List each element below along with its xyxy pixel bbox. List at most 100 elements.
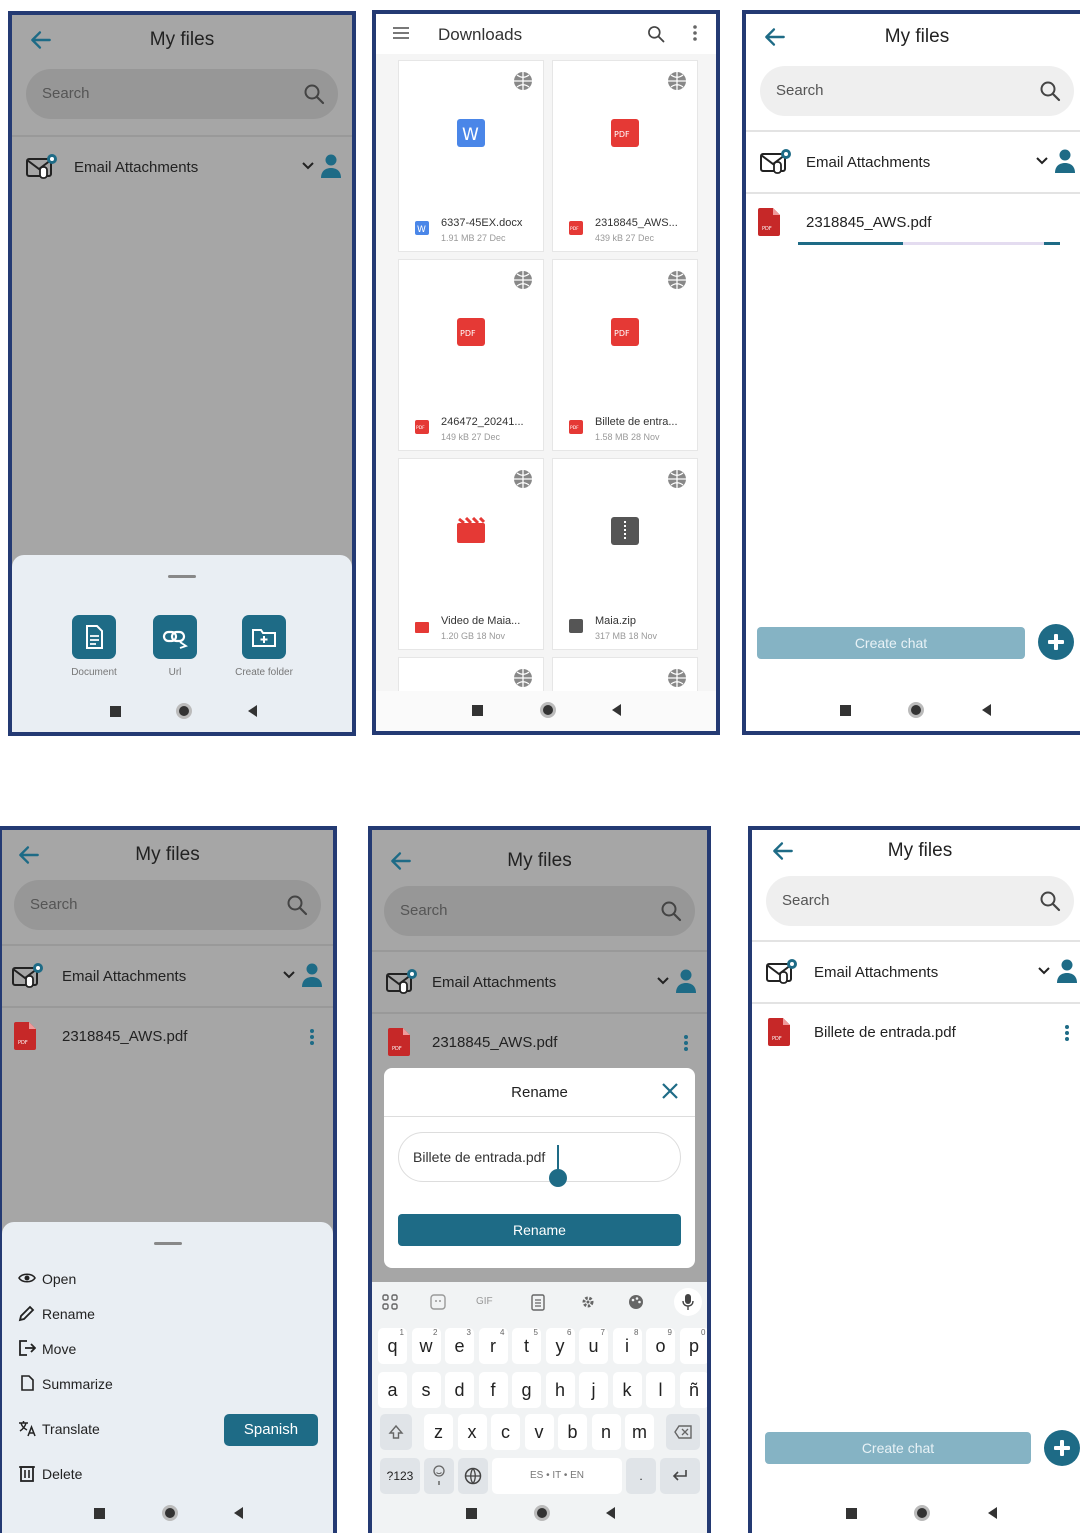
space-key[interactable]: ES • IT • EN <box>492 1458 622 1494</box>
file-card[interactable]: PDF PDF 2318845_AWS... 439 kB 27 Dec <box>552 60 698 252</box>
back-button[interactable] <box>988 1507 997 1519</box>
key-z[interactable]: z <box>424 1414 453 1450</box>
search-input[interactable]: Search <box>26 69 338 119</box>
rename-confirm-button[interactable]: Rename <box>398 1214 681 1246</box>
folder-email-attachments[interactable]: Email Attachments <box>372 954 707 1010</box>
person-icon[interactable] <box>675 968 697 994</box>
overflow-menu-icon[interactable] <box>692 24 698 42</box>
file-card[interactable]: Maia.zip 317 MB 18 Nov <box>552 458 698 650</box>
search-icon[interactable] <box>285 893 309 917</box>
add-fab[interactable] <box>1044 1430 1080 1466</box>
backspace-key[interactable] <box>666 1414 700 1450</box>
key-i[interactable]: i8 <box>612 1328 642 1364</box>
home-button[interactable] <box>162 1505 178 1521</box>
key-l[interactable]: l <box>646 1372 675 1408</box>
search-input[interactable]: Search <box>14 880 321 930</box>
key-v[interactable]: v <box>524 1414 554 1450</box>
key-u[interactable]: u7 <box>579 1328 608 1364</box>
key-x[interactable]: x <box>457 1414 487 1450</box>
person-icon[interactable] <box>301 962 323 988</box>
shift-key[interactable] <box>380 1414 412 1450</box>
recents-button[interactable] <box>846 1508 857 1519</box>
folder-email-attachments[interactable]: Email Attachments <box>752 944 1080 1000</box>
key-y[interactable]: y6 <box>545 1328 575 1364</box>
action-move[interactable]: Move <box>18 1338 218 1360</box>
rename-input[interactable]: Billete de entrada.pdf <box>398 1132 681 1187</box>
search-input[interactable]: Search <box>766 876 1074 926</box>
search-input[interactable]: Search <box>384 886 695 936</box>
more-options-icon[interactable] <box>683 1034 689 1052</box>
gif-button[interactable]: GIF <box>476 1296 493 1307</box>
action-rename[interactable]: Rename <box>18 1303 218 1325</box>
more-options-icon[interactable] <box>1064 1024 1070 1042</box>
folder-email-attachments[interactable]: Email Attachments <box>2 948 333 1004</box>
chevron-down-icon[interactable] <box>657 976 669 986</box>
file-row[interactable]: 2318845_AWS.pdf <box>372 1018 707 1068</box>
key-r[interactable]: r4 <box>478 1328 508 1364</box>
sheet-handle[interactable] <box>168 575 196 578</box>
search-icon[interactable] <box>646 24 666 44</box>
key-ñ[interactable]: ñ <box>679 1372 707 1408</box>
key-p[interactable]: p0 <box>679 1328 707 1364</box>
url-button[interactable] <box>153 615 197 659</box>
voice-input-button[interactable] <box>674 1288 702 1316</box>
person-icon[interactable] <box>1056 958 1078 984</box>
file-row[interactable]: Billete de entrada.pdf <box>752 1008 1080 1058</box>
recents-button[interactable] <box>466 1508 477 1519</box>
palette-icon[interactable] <box>626 1292 646 1312</box>
key-c[interactable]: c <box>491 1414 520 1450</box>
file-row[interactable]: 2318845_AWS.pdf <box>2 1012 333 1062</box>
folder-email-attachments[interactable]: Email Attachments <box>746 134 1080 190</box>
key-g[interactable]: g <box>512 1372 541 1408</box>
more-options-icon[interactable] <box>309 1028 315 1046</box>
symbols-key[interactable]: ?123 <box>380 1458 420 1494</box>
search-icon[interactable] <box>302 82 326 106</box>
folder-email-attachments[interactable]: Email Attachments <box>12 139 352 195</box>
settings-gear-icon[interactable] <box>578 1292 598 1312</box>
emoji-key[interactable] <box>424 1458 454 1494</box>
search-icon[interactable] <box>1038 79 1062 103</box>
sticker-icon[interactable] <box>428 1292 448 1312</box>
cursor-handle[interactable] <box>549 1169 567 1187</box>
key-d[interactable]: d <box>445 1372 474 1408</box>
key-e[interactable]: e3 <box>445 1328 474 1364</box>
clipboard-icon[interactable] <box>528 1292 548 1312</box>
add-fab[interactable] <box>1038 624 1074 660</box>
file-card[interactable]: Video de Maia... 1.20 GB 18 Nov <box>398 458 544 650</box>
back-button[interactable] <box>612 704 621 716</box>
back-button[interactable] <box>606 1507 615 1519</box>
chevron-down-icon[interactable] <box>1038 966 1050 976</box>
key-k[interactable]: k <box>612 1372 642 1408</box>
uploading-file-row[interactable]: 2318845_AWS.pdf <box>746 198 1080 248</box>
key-o[interactable]: o9 <box>646 1328 675 1364</box>
recents-button[interactable] <box>94 1508 105 1519</box>
period-key[interactable]: . <box>626 1458 656 1494</box>
home-button[interactable] <box>534 1505 550 1521</box>
create-chat-button[interactable]: Create chat <box>765 1432 1031 1464</box>
action-translate[interactable]: Translate <box>18 1418 218 1440</box>
key-t[interactable]: t5 <box>512 1328 541 1364</box>
file-card[interactable]: PDF PDF 246472_20241... 149 kB 27 Dec <box>398 259 544 451</box>
translate-language-button[interactable]: Spanish <box>224 1414 318 1446</box>
key-j[interactable]: j <box>579 1372 608 1408</box>
apps-grid-icon[interactable] <box>380 1292 400 1312</box>
create-chat-button[interactable]: Create chat <box>757 627 1025 659</box>
recents-button[interactable] <box>840 705 851 716</box>
menu-icon[interactable] <box>392 26 410 40</box>
action-delete[interactable]: Delete <box>18 1463 218 1485</box>
key-w[interactable]: w2 <box>411 1328 441 1364</box>
search-icon[interactable] <box>1038 889 1062 913</box>
chevron-down-icon[interactable] <box>302 161 314 171</box>
person-icon[interactable] <box>320 153 342 179</box>
action-open[interactable]: Open <box>18 1268 218 1290</box>
home-button[interactable] <box>908 702 924 718</box>
key-b[interactable]: b <box>558 1414 587 1450</box>
search-input[interactable]: Search <box>760 66 1074 116</box>
key-f[interactable]: f <box>478 1372 508 1408</box>
key-m[interactable]: m <box>625 1414 654 1450</box>
key-q[interactable]: q1 <box>378 1328 407 1364</box>
home-button[interactable] <box>176 703 192 719</box>
search-icon[interactable] <box>659 899 683 923</box>
file-card[interactable]: W W 6337-45EX.docx 1.91 MB 27 Dec <box>398 60 544 252</box>
file-card[interactable]: PDF PDF Billete de entra... 1.58 MB 28 N… <box>552 259 698 451</box>
